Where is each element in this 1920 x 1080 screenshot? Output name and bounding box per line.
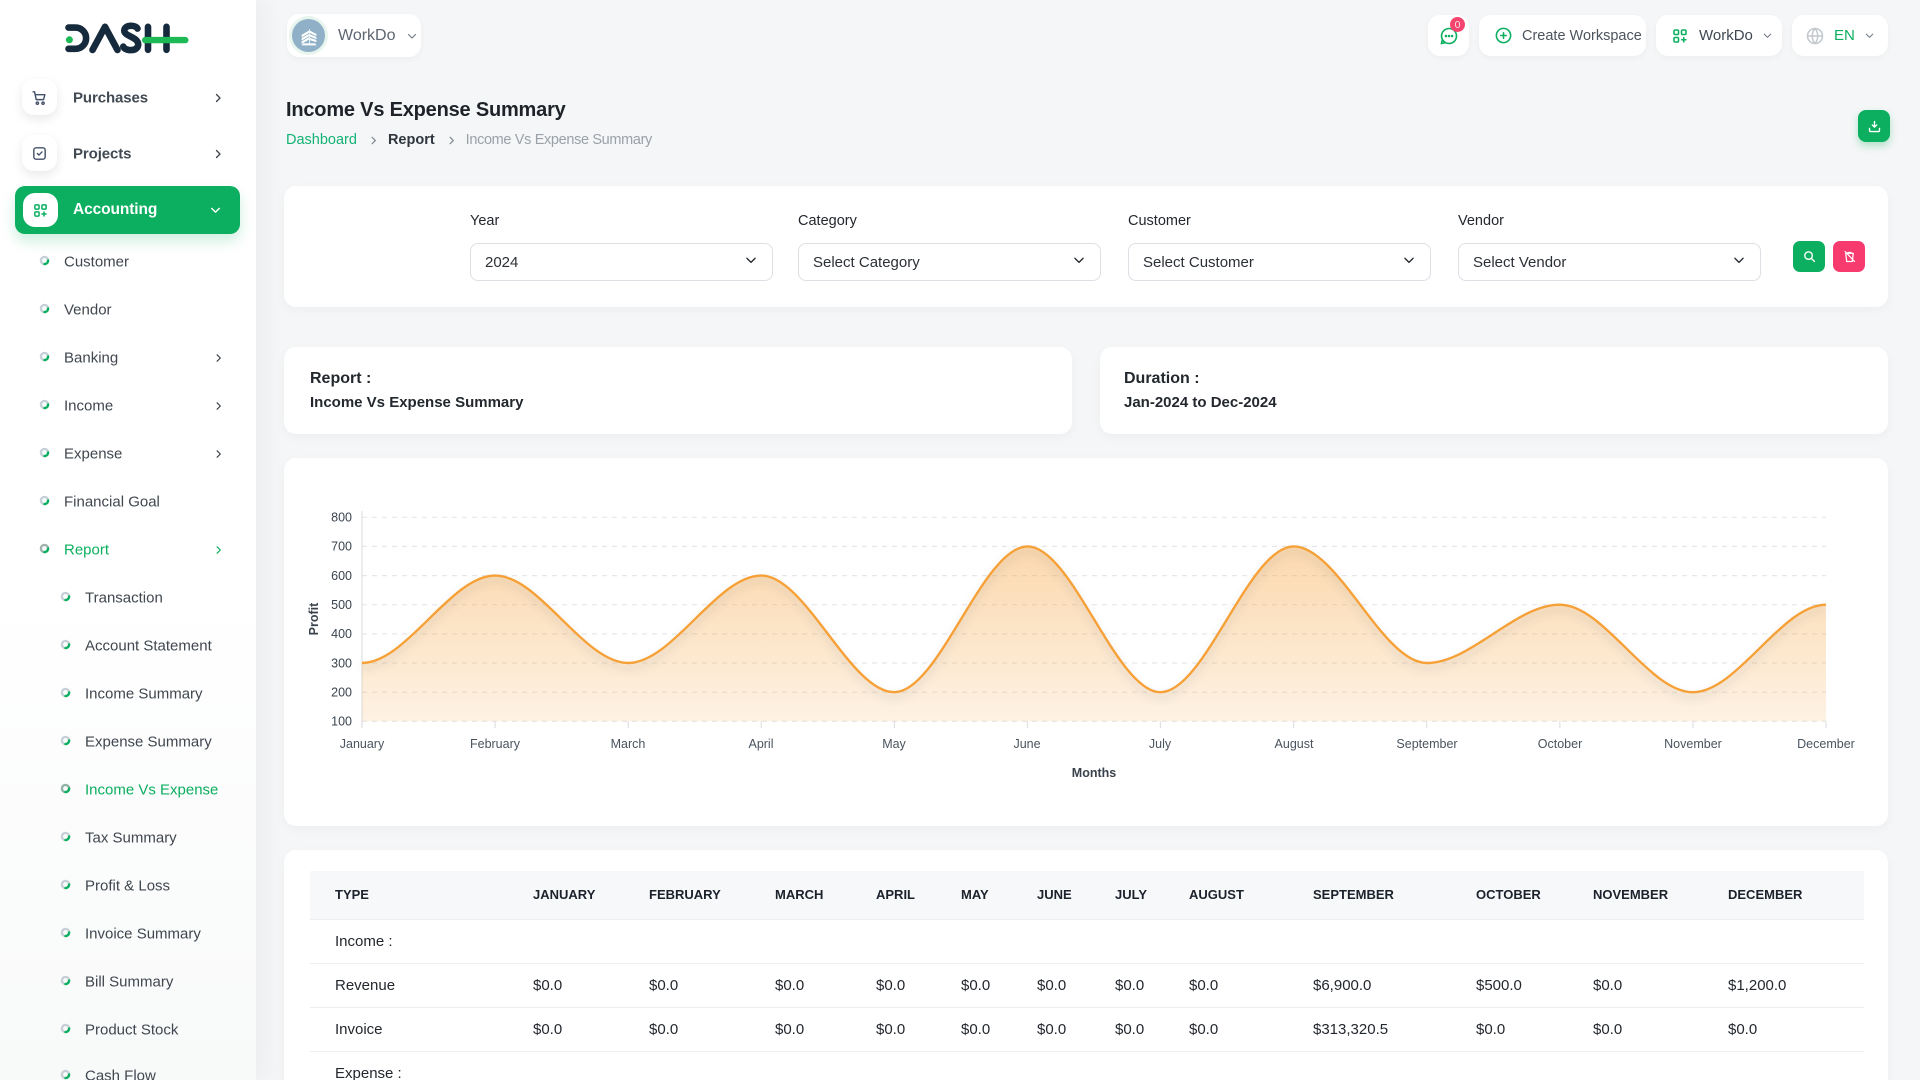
svg-text:October: October [1538,737,1582,751]
svg-text:September: September [1396,737,1457,751]
svg-text:Profit: Profit [307,602,321,635]
svg-text:200: 200 [331,686,352,700]
svg-text:March: March [611,737,646,751]
svg-text:November: November [1664,737,1722,751]
svg-text:April: April [748,737,773,751]
svg-text:December: December [1797,737,1855,751]
svg-text:800: 800 [331,511,352,525]
svg-text:July: July [1149,737,1172,751]
svg-text:Months: Months [1072,766,1116,780]
svg-text:May: May [882,737,906,751]
svg-text:June: June [1013,737,1040,751]
svg-text:500: 500 [331,598,352,612]
svg-text:300: 300 [331,656,352,670]
svg-text:600: 600 [331,569,352,583]
svg-text:700: 700 [331,540,352,554]
svg-text:August: August [1275,737,1314,751]
svg-text:February: February [470,737,521,751]
svg-text:100: 100 [331,715,352,729]
svg-text:January: January [340,737,385,751]
svg-text:400: 400 [331,627,352,641]
